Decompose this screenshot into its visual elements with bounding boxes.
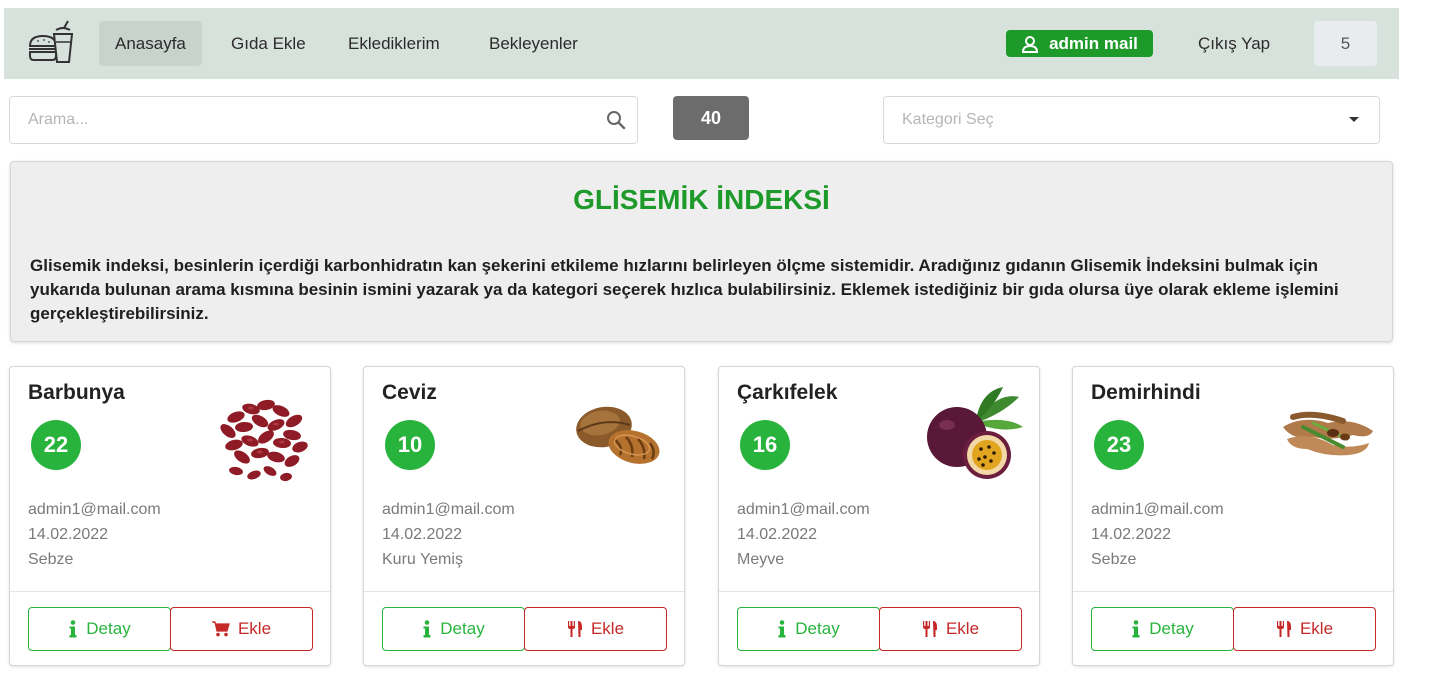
food-card: Ceviz 10 admin1@mail.com 14.02.2022 Kuru… bbox=[363, 366, 685, 666]
nav-my-additions[interactable]: Eklediklerim bbox=[332, 21, 456, 66]
logout-link[interactable]: Çıkış Yap bbox=[1198, 21, 1270, 66]
detail-label: Detay bbox=[440, 619, 485, 638]
food-name: Ceviz bbox=[382, 381, 437, 404]
chevron-down-icon bbox=[1349, 117, 1359, 122]
card-email: admin1@mail.com bbox=[382, 501, 515, 518]
card-category: Sebze bbox=[28, 551, 74, 568]
info-icon bbox=[69, 620, 77, 638]
food-card: Çarkıfelek 16 admin1@mail.com 14.02.2022… bbox=[718, 366, 1040, 666]
tamarind-image bbox=[1283, 411, 1373, 456]
card-category: Meyve bbox=[737, 551, 785, 568]
passion-fruit-image bbox=[927, 387, 1023, 479]
card-divider bbox=[364, 591, 684, 592]
nav-pending[interactable]: Bekleyenler bbox=[473, 21, 594, 66]
food-name: Demirhindi bbox=[1091, 381, 1201, 404]
info-icon bbox=[778, 620, 786, 638]
nav-add-food[interactable]: Gıda Ekle bbox=[215, 21, 322, 66]
navbar: Anasayfa Gıda Ekle Eklediklerim Bekleyen… bbox=[4, 8, 1399, 79]
food-name: Barbunya bbox=[28, 381, 125, 404]
gi-value-badge: 16 bbox=[740, 420, 790, 470]
card-category: Kuru Yemiş bbox=[382, 551, 463, 568]
walnut-image bbox=[576, 406, 660, 464]
card-divider bbox=[1073, 591, 1393, 592]
category-select[interactable]: Kategori Seç bbox=[883, 96, 1380, 144]
gi-value-badge: 10 bbox=[385, 420, 435, 470]
search-icon[interactable] bbox=[606, 110, 626, 130]
utensils-icon bbox=[567, 621, 582, 637]
gi-value-badge: 23 bbox=[1094, 420, 1144, 470]
card-date: 14.02.2022 bbox=[28, 526, 109, 543]
info-title: GLİSEMİK İNDEKSİ bbox=[573, 184, 830, 215]
info-icon bbox=[423, 620, 431, 638]
utensils-icon bbox=[922, 621, 937, 637]
add-label: Ekle bbox=[590, 619, 625, 638]
card-date: 14.02.2022 bbox=[1091, 526, 1172, 543]
count-badge: 5 bbox=[1314, 21, 1377, 66]
detail-button[interactable]: Detay bbox=[382, 607, 525, 651]
detail-button[interactable]: Detay bbox=[1091, 607, 1234, 651]
detail-label: Detay bbox=[86, 619, 131, 638]
card-email: admin1@mail.com bbox=[1091, 501, 1224, 518]
gi-value-badge: 22 bbox=[31, 420, 81, 470]
add-label: Ekle bbox=[237, 619, 272, 638]
detail-label: Detay bbox=[795, 619, 840, 638]
category-placeholder: Kategori Seç bbox=[902, 111, 994, 128]
card-divider bbox=[10, 591, 330, 592]
food-name: Çarkıfelek bbox=[737, 381, 838, 404]
card-email: admin1@mail.com bbox=[737, 501, 870, 518]
user-label: admin mail bbox=[1049, 34, 1138, 53]
user-icon bbox=[1022, 35, 1039, 53]
user-badge[interactable]: admin mail bbox=[1006, 30, 1153, 57]
add-label: Ekle bbox=[1299, 619, 1334, 638]
card-category: Sebze bbox=[1091, 551, 1137, 568]
fast-food-icon[interactable] bbox=[26, 20, 74, 68]
nav-home[interactable]: Anasayfa bbox=[99, 21, 202, 66]
card-email: admin1@mail.com bbox=[28, 501, 161, 518]
add-button[interactable]: Ekle bbox=[170, 607, 313, 651]
total-count-badge: 40 bbox=[673, 96, 749, 140]
add-button[interactable]: Ekle bbox=[1233, 607, 1376, 651]
kidney-beans-image bbox=[220, 399, 308, 482]
info-icon bbox=[1132, 620, 1140, 638]
add-label: Ekle bbox=[945, 619, 980, 638]
card-date: 14.02.2022 bbox=[382, 526, 463, 543]
detail-button[interactable]: Detay bbox=[737, 607, 880, 651]
search-input[interactable] bbox=[10, 97, 590, 143]
info-text: Glisemik indeksi, besinlerin içerdiği ka… bbox=[30, 256, 1339, 323]
detail-button[interactable]: Detay bbox=[28, 607, 171, 651]
detail-label: Detay bbox=[1149, 619, 1194, 638]
add-button[interactable]: Ekle bbox=[524, 607, 667, 651]
cart-icon bbox=[211, 621, 230, 637]
card-date: 14.02.2022 bbox=[737, 526, 818, 543]
info-panel: GLİSEMİK İNDEKSİ Glisemik indeksi, besin… bbox=[10, 161, 1393, 342]
food-card: Demirhindi 23 admin1@mail.com 14.02.2022… bbox=[1072, 366, 1394, 666]
add-button[interactable]: Ekle bbox=[879, 607, 1022, 651]
food-card: Barbunya 22 admin1@mail.com 14.02.2022 S… bbox=[9, 366, 331, 666]
utensils-icon bbox=[1276, 621, 1291, 637]
search-box bbox=[9, 96, 638, 144]
card-divider bbox=[719, 591, 1039, 592]
